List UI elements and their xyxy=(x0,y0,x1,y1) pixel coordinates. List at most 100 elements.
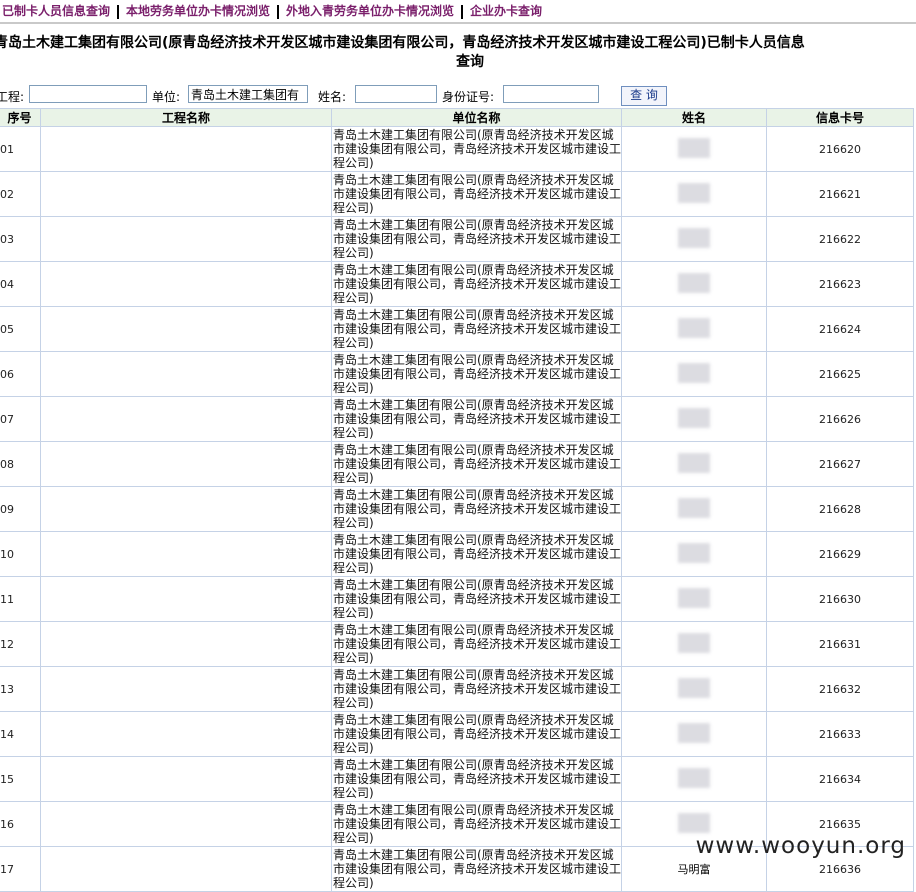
row-index: 04 xyxy=(0,261,41,307)
row-person-name xyxy=(621,711,767,757)
nav-tab-3[interactable]: 外地入青劳务单位办卡情况浏览 xyxy=(280,2,460,19)
row-index: 07 xyxy=(0,396,41,442)
row-person-name xyxy=(621,531,767,577)
header-unit: 单位名称 xyxy=(331,108,622,127)
redacted-name-blur xyxy=(678,317,710,338)
row-person-name xyxy=(621,666,767,712)
redacted-name-blur xyxy=(678,272,710,293)
header-index: 序号 xyxy=(0,108,41,127)
nav-tab-2[interactable]: 本地劳务单位办卡情况浏览 xyxy=(120,2,276,19)
row-project xyxy=(40,486,332,532)
nav-tab-4[interactable]: 企业办卡查询 xyxy=(464,2,548,19)
redacted-name-blur xyxy=(678,812,710,833)
name-label: 姓名: xyxy=(318,90,347,104)
table-row: 10 青岛土木建工集团有限公司(原青岛经济技术开发区城市建设集团有限公司，青岛经济… xyxy=(0,531,914,577)
redacted-name-blur xyxy=(678,362,710,383)
row-card-number: 216625 xyxy=(766,351,914,397)
row-project xyxy=(40,261,332,307)
row-person-name xyxy=(621,486,767,532)
row-person-name xyxy=(621,351,767,397)
row-person-name xyxy=(621,216,767,262)
table-row: 03 青岛土木建工集团有限公司(原青岛经济技术开发区城市建设集团有限公司，青岛经济… xyxy=(0,216,914,262)
page-title: 青岛土木建工集团有限公司(原青岛经济技术开发区城市建设集团有限公司，青岛经济技术… xyxy=(0,35,805,51)
unit-label: 单位: xyxy=(152,90,181,104)
row-card-number: 216620 xyxy=(766,126,914,172)
table-row: 13 青岛土木建工集团有限公司(原青岛经济技术开发区城市建设集团有限公司，青岛经济… xyxy=(0,666,914,712)
row-unit: 青岛土木建工集团有限公司(原青岛经济技术开发区城市建设集团有限公司，青岛经济技术… xyxy=(331,531,622,577)
row-person-name xyxy=(621,576,767,622)
row-card-number: 216629 xyxy=(766,531,914,577)
row-project xyxy=(40,666,332,712)
redacted-name-blur xyxy=(678,542,710,563)
table-row: 06 青岛土木建工集团有限公司(原青岛经济技术开发区城市建设集团有限公司，青岛经济… xyxy=(0,351,914,397)
table-row: 04 青岛土木建工集团有限公司(原青岛经济技术开发区城市建设集团有限公司，青岛经济… xyxy=(0,261,914,307)
row-card-number: 216628 xyxy=(766,486,914,532)
row-index: 08 xyxy=(0,441,41,487)
row-index: 06 xyxy=(0,351,41,397)
row-project xyxy=(40,351,332,397)
nav-separator xyxy=(277,4,280,19)
redacted-name-blur xyxy=(678,722,710,743)
redacted-name-blur xyxy=(678,407,710,428)
nav-separator xyxy=(461,4,464,19)
redacted-name-blur xyxy=(678,182,710,203)
row-person-name xyxy=(621,441,767,487)
table-row: 15 青岛土木建工集团有限公司(原青岛经济技术开发区城市建设集团有限公司，青岛经济… xyxy=(0,756,914,802)
row-project xyxy=(40,711,332,757)
row-person-name xyxy=(621,621,767,667)
nav-tab-1[interactable]: 已制卡人员信息查询 xyxy=(0,2,116,19)
row-card-number: 216630 xyxy=(766,576,914,622)
header-project: 工程名称 xyxy=(40,108,332,127)
row-card-number: 216627 xyxy=(766,441,914,487)
name-input[interactable] xyxy=(355,85,437,103)
row-unit: 青岛土木建工集团有限公司(原青岛经济技术开发区城市建设集团有限公司，青岛经济技术… xyxy=(331,846,622,892)
row-unit: 青岛土木建工集团有限公司(原青岛经济技术开发区城市建设集团有限公司，青岛经济技术… xyxy=(331,216,622,262)
row-index: 17 xyxy=(0,846,41,892)
row-unit: 青岛土木建工集团有限公司(原青岛经济技术开发区城市建设集团有限公司，青岛经济技术… xyxy=(331,486,622,532)
row-index: 12 xyxy=(0,621,41,667)
unit-input[interactable] xyxy=(188,85,308,103)
row-index: 03 xyxy=(0,216,41,262)
person-name-text: 马明富 xyxy=(677,863,711,876)
watermark: www.wooyun.org xyxy=(695,833,906,859)
table-body: 01 青岛土木建工集团有限公司(原青岛经济技术开发区城市建设集团有限公司，青岛经济… xyxy=(0,126,914,892)
row-project xyxy=(40,396,332,442)
row-project xyxy=(40,306,332,352)
redacted-name-blur xyxy=(678,137,710,158)
row-unit: 青岛土木建工集团有限公司(原青岛经济技术开发区城市建设集团有限公司，青岛经济技术… xyxy=(331,306,622,352)
row-index: 13 xyxy=(0,666,41,712)
row-person-name xyxy=(621,126,767,172)
nav-tabs: 已制卡人员信息查询 本地劳务单位办卡情况浏览 外地入青劳务单位办卡情况浏览 企业办卡查… xyxy=(0,2,548,19)
row-index: 02 xyxy=(0,171,41,217)
page-title-continued: 查询 xyxy=(456,54,484,70)
redacted-name-blur xyxy=(678,497,710,518)
row-card-number: 216621 xyxy=(766,171,914,217)
row-unit: 青岛土木建工集团有限公司(原青岛经济技术开发区城市建设集团有限公司，青岛经济技术… xyxy=(331,711,622,757)
id-input[interactable] xyxy=(503,85,599,103)
row-unit: 青岛土木建工集团有限公司(原青岛经济技术开发区城市建设集团有限公司，青岛经济技术… xyxy=(331,666,622,712)
query-button[interactable]: 查 询 xyxy=(621,86,667,106)
redacted-name-blur xyxy=(678,632,710,653)
redacted-name-blur xyxy=(678,452,710,473)
table-row: 07 青岛土木建工集团有限公司(原青岛经济技术开发区城市建设集团有限公司，青岛经济… xyxy=(0,396,914,442)
top-nav: 已制卡人员信息查询 本地劳务单位办卡情况浏览 外地入青劳务单位办卡情况浏览 企业办卡查… xyxy=(0,0,916,24)
row-card-number: 216624 xyxy=(766,306,914,352)
row-index: 16 xyxy=(0,801,41,847)
project-input[interactable] xyxy=(29,85,147,103)
row-project xyxy=(40,441,332,487)
row-index: 15 xyxy=(0,756,41,802)
row-index: 10 xyxy=(0,531,41,577)
table-row: 01 青岛土木建工集团有限公司(原青岛经济技术开发区城市建设集团有限公司，青岛经济… xyxy=(0,126,914,172)
table-row: 11 青岛土木建工集团有限公司(原青岛经济技术开发区城市建设集团有限公司，青岛经济… xyxy=(0,576,914,622)
redacted-name-blur xyxy=(678,227,710,248)
row-card-number: 216631 xyxy=(766,621,914,667)
table-header-row: 序号 工程名称 单位名称 姓名 信息卡号 xyxy=(0,108,914,127)
row-person-name xyxy=(621,756,767,802)
table-row: 12 青岛土木建工集团有限公司(原青岛经济技术开发区城市建设集团有限公司，青岛经济… xyxy=(0,621,914,667)
row-project xyxy=(40,576,332,622)
row-unit: 青岛土木建工集团有限公司(原青岛经济技术开发区城市建设集团有限公司，青岛经济技术… xyxy=(331,261,622,307)
row-project xyxy=(40,531,332,577)
header-card: 信息卡号 xyxy=(766,108,914,127)
row-person-name xyxy=(621,171,767,217)
row-unit: 青岛土木建工集团有限公司(原青岛经济技术开发区城市建设集团有限公司，青岛经济技术… xyxy=(331,621,622,667)
